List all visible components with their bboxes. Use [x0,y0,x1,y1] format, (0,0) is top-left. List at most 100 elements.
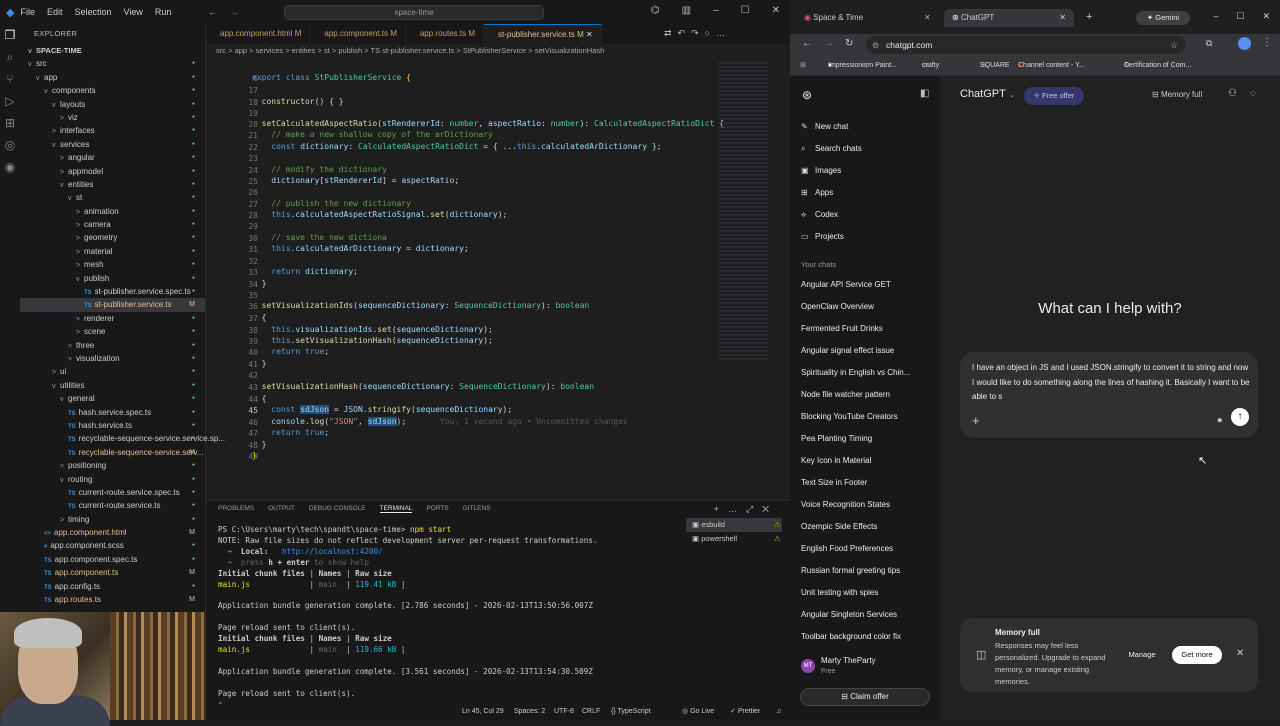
code-line[interactable]: return true; [252,428,329,437]
panel-tab[interactable]: TERMINAL [379,505,413,513]
chrome-menu-icon[interactable]: ⋮ [1262,37,1272,48]
close-icon[interactable]: ✕ [1262,11,1270,22]
panel-tab[interactable]: PORTS [426,505,448,513]
file-item[interactable]: TS hash.service.spec.ts ● [20,406,205,419]
code-line[interactable]: } [252,440,267,449]
code-line[interactable]: } [252,279,267,288]
go-back-icon[interactable]: ↶ [678,28,692,38]
file-item[interactable]: TS current-route.service.ts ● [20,499,205,512]
chat-history-item[interactable]: Angular Singleton Services [801,610,897,619]
reload-icon[interactable]: ↻ [845,38,853,49]
file-item[interactable]: TS recyclable-sequence-service.service.sp… [20,432,225,445]
panel-tab[interactable]: DEBUG CONSOLE [309,505,366,513]
code-line[interactable]: this.calculatedArDictionary = dictionary… [252,244,469,253]
free-offer-button[interactable]: ✧ Free offer [1024,87,1084,105]
layout-icon[interactable]: ▥ [682,5,691,16]
manage-button[interactable]: Manage [1122,646,1162,664]
folder-item[interactable]: > geometry ● [20,231,205,244]
folder-item[interactable]: v services ● [20,138,205,151]
folder-item[interactable]: > three ● [20,339,205,352]
back-icon[interactable]: ← [802,38,812,49]
new-tab-icon[interactable]: + [1086,11,1092,23]
code-line[interactable]: // publish the new dictionary [252,199,411,208]
code-line[interactable]: // make a new shallow copy of the arDict… [252,130,493,139]
notifications-icon[interactable]: ♫ [776,704,781,720]
model-selector[interactable]: ChatGPT ⌄ [960,88,1015,100]
add-attachment-icon[interactable]: + [972,413,980,428]
line-endings[interactable]: CRLF [582,704,600,720]
folder-item[interactable]: v app ● [20,71,205,84]
file-item[interactable]: TS app.config.ts ● [20,580,205,593]
chat-history-item[interactable]: Spirituality in English vs Chin... [801,368,910,377]
sidebar-nav-item[interactable]: ✎ New chat [801,122,848,131]
gemini-button[interactable]: ✦ Gemini [1136,11,1190,25]
folder-item[interactable]: > material ● [20,245,205,258]
folder-item[interactable]: > visualization ● [20,352,205,365]
folder-item[interactable]: > animation ● [20,205,205,218]
folder-item[interactable]: > renderer ● [20,312,205,325]
encoding[interactable]: UTF-8 [554,704,574,720]
folder-item[interactable]: > angular ● [20,151,205,164]
open-changes-icon[interactable]: ○ [705,28,716,38]
get-more-button[interactable]: Get more [1172,646,1222,664]
folder-item[interactable]: v components ● [20,84,205,97]
remote-icon[interactable]: ◎ [0,134,20,156]
more-icon[interactable]: … [728,504,746,514]
indentation[interactable]: Spaces: 2 [514,704,545,720]
code-line[interactable]: setVisualizationIds(sequenceDictionary: … [252,301,590,310]
file-item[interactable]: TS current-route.service.spec.ts ● [20,486,205,499]
terminal-session[interactable]: ▣ esbuild ⚠ [686,518,782,532]
editor-tab[interactable]: app.component.html M [206,24,311,44]
code-line[interactable]: this.setVisualizationHash(sequenceDictio… [252,336,493,345]
chat-history-item[interactable]: Angular API Service GET [801,280,891,289]
tab-chatgpt[interactable]: ⊛ ChatGPT ✕ [944,9,1074,27]
code-line[interactable]: // save the new dictiona [252,233,387,242]
back-icon[interactable]: ← [208,7,217,17]
user-profile[interactable]: MT Marty TheParty Free [800,654,936,680]
file-item[interactable]: TS recyclable-sequence-service.serv... M [20,446,205,459]
code-line[interactable]: export class StPublisherService { [252,73,411,82]
panel-tab[interactable]: GITLENS [463,505,491,513]
file-item[interactable]: TS st-publisher.service.ts M [20,298,205,312]
claim-offer-button[interactable]: ⊟ Claim offer [800,688,930,706]
microphone-icon[interactable]: ⏺ [1217,415,1222,426]
folder-item[interactable]: > viz ● [20,111,205,124]
prompt-composer[interactable]: I have an object in JS and I used JSON.s… [960,352,1258,438]
sidebar-nav-item[interactable]: ▣ Images [801,166,841,175]
chat-history-item[interactable]: Node file watcher pattern [801,390,890,399]
folder-item[interactable]: > scene ● [20,325,205,338]
go-live-button[interactable]: ◎ Go Live [682,704,714,720]
apps-grid-icon[interactable]: ⊞ [800,56,806,76]
menu-item[interactable]: View [124,7,143,17]
folder-item[interactable]: > positioning ● [20,459,205,472]
code-line[interactable]: return dictionary; [252,267,358,276]
chat-history-item[interactable]: Ozempic Side Effects [801,522,877,531]
folder-item[interactable]: v routing ● [20,473,205,486]
folder-item[interactable]: > mesh ● [20,258,205,271]
source-control-icon[interactable]: ⑂ [0,68,20,90]
folder-item[interactable]: > appmodel ● [20,165,205,178]
language-mode[interactable]: {} TypeScript [611,704,651,720]
temporary-chat-icon[interactable]: ◌ [1250,88,1256,99]
tab-space-time[interactable]: ◉ Space & Time ✕ [804,9,931,27]
editor-tab[interactable]: app.routes.ts M [406,24,484,44]
folder-item[interactable]: v utilities ● [20,379,205,392]
memory-status[interactable]: ⊟ Memory full [1152,90,1202,99]
forward-icon[interactable]: → [824,38,834,49]
code-line[interactable]: setCalculatedAspectRatio(stRendererId: n… [252,119,724,128]
new-terminal-icon[interactable]: + [714,504,728,514]
close-toast-icon[interactable]: ✕ [1236,648,1244,659]
chat-history-item[interactable]: Text Size in Footer [801,478,867,487]
chat-history-item[interactable]: Angular signal effect issue [801,346,894,355]
search-icon[interactable]: ⌕ [0,46,20,68]
add-person-icon[interactable]: ⚇ [1228,88,1237,99]
folder-item[interactable]: v general ● [20,392,205,405]
code-line[interactable]: setVisualizationHash(sequenceDictionary:… [252,382,594,391]
panel-tab[interactable]: OUTPUT [268,505,295,513]
compare-icon[interactable]: ⇄ [664,28,678,38]
editor-tab[interactable]: st-publisher.service.ts M ✕ [484,24,602,44]
code-line[interactable]: const sdJson = JSON.stringify(sequenceDi… [252,405,512,414]
maximize-panel-icon[interactable]: ⤢ [746,504,762,514]
code-line[interactable]: // modify the dictionary [252,165,387,174]
folder-item[interactable]: > camera ● [20,218,205,231]
